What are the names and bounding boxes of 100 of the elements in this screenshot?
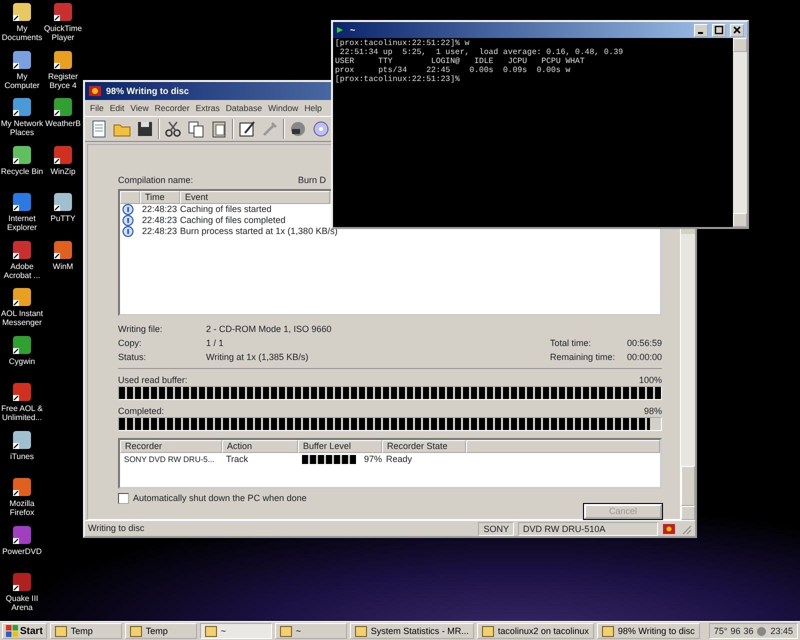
column-header[interactable]: Event xyxy=(180,191,330,204)
icon-label: My Documents xyxy=(0,24,44,42)
taskbar-button[interactable]: 98% Writing to disc xyxy=(596,623,700,639)
menu-item[interactable]: Extras xyxy=(196,102,220,114)
info-icon xyxy=(122,226,134,237)
field-label: Writing file: xyxy=(118,323,164,336)
taskbar-button[interactable]: tacolinux2 on tacolinux xyxy=(476,623,594,639)
recorder-action: Track xyxy=(225,454,250,465)
window-icon xyxy=(54,626,67,636)
app-icon[interactable] xyxy=(51,190,75,214)
field-value: Writing at 1x (1,385 KB/s) xyxy=(206,351,308,364)
field-label: Status: xyxy=(118,351,148,364)
icon-label: Recycle Bin xyxy=(0,166,44,176)
info-icon xyxy=(122,215,134,226)
drive-vendor: SONY xyxy=(478,522,514,536)
icon-label: Cygwin xyxy=(8,356,36,366)
windows-logo-icon xyxy=(6,625,18,637)
taskbar-button[interactable]: Temp xyxy=(50,623,122,639)
icon-label: WeatherB xyxy=(45,119,81,128)
log-time: 22:48:23 xyxy=(142,226,178,237)
terminal-output: [prox:tacolinux:22:51:22]% w 22:51:34 up 5:25, 1 user, load average: 0.16, 0.48, 0.39 USER TTY LOGIN@ IDLE JCPU PCPU WHAT prox pts/34 22:45 0.00s 0.09s 0.00s w [prox:tacolinux:22:51:23]% xyxy=(334,38,624,86)
maximize-icon[interactable] xyxy=(714,25,724,35)
log-time: 22:48:23 xyxy=(142,215,178,226)
scrollbar[interactable] xyxy=(681,234,695,520)
app-icon[interactable] xyxy=(10,190,34,214)
menu-item[interactable]: Window xyxy=(268,102,298,114)
copy-icon[interactable] xyxy=(186,119,206,139)
icon-label: Register Bryce 4 xyxy=(47,72,79,90)
icon-label: AOL Instant Messenger xyxy=(0,309,44,327)
icon-label: Adobe Acrobat ... xyxy=(2,262,42,280)
scissors-icon[interactable] xyxy=(163,119,183,139)
app-icon xyxy=(662,522,676,534)
menu-item[interactable]: View xyxy=(130,102,149,114)
menu-item[interactable]: File xyxy=(90,102,104,114)
icon-label: PuTTY xyxy=(50,214,76,223)
window-icon xyxy=(204,626,217,636)
scrollbar[interactable] xyxy=(733,38,747,227)
window-icon xyxy=(280,626,292,636)
start-button[interactable]: Start xyxy=(2,623,47,639)
app-icon[interactable] xyxy=(10,570,34,594)
progress-label: Used read buffer: xyxy=(118,375,188,386)
window-icon xyxy=(130,626,142,636)
floppy-icon[interactable] xyxy=(135,119,155,139)
column-header[interactable]: Time xyxy=(140,191,180,204)
icon-label: My Computer xyxy=(3,72,41,90)
taskbar-button[interactable]: System Statistics - MR... xyxy=(350,623,474,639)
app-icon[interactable] xyxy=(10,285,34,309)
app-icon[interactable] xyxy=(10,0,34,24)
status-text: Writing to disc xyxy=(88,523,146,534)
checkbox-label[interactable]: Automatically shut down the PC when done xyxy=(133,492,307,504)
column-header[interactable]: Buffer Level xyxy=(298,440,382,453)
recorder-name[interactable]: SONY DVD RW DRU-5... xyxy=(120,454,218,465)
app-icon[interactable] xyxy=(51,0,75,24)
log-event: Caching of files started xyxy=(180,204,272,215)
field-label: Total time: xyxy=(550,337,592,350)
app-icon[interactable] xyxy=(10,475,34,499)
column-header[interactable]: Recorder xyxy=(120,440,222,453)
field-label: Compilation name: xyxy=(118,175,194,186)
icon-label: My Network Places xyxy=(0,119,44,137)
app-icon[interactable] xyxy=(51,95,75,119)
disc-icon[interactable] xyxy=(311,119,331,139)
menu-item[interactable]: Edit xyxy=(110,102,124,114)
taskbar-button[interactable]: ~ xyxy=(200,623,272,639)
field-value: 2 - CD-ROM Mode 1, ISO 9660 xyxy=(206,323,332,336)
helmet-icon[interactable] xyxy=(288,119,308,139)
window-title: ~ xyxy=(350,24,356,36)
log-event: Caching of files completed xyxy=(180,215,286,226)
column-header[interactable]: Action xyxy=(222,440,298,453)
menu-item[interactable]: Recorder xyxy=(154,102,190,114)
tray-reading: 96 xyxy=(730,626,740,636)
close-icon[interactable] xyxy=(732,25,742,35)
window-title: 98% Writing to disc xyxy=(106,86,189,96)
window-icon xyxy=(482,626,494,636)
field-value: 00:00:00 xyxy=(626,351,662,364)
drive-name: DVD RW DRU-510A xyxy=(518,522,658,536)
icon-label: WinZip xyxy=(50,166,76,176)
menu-item[interactable]: Database xyxy=(226,102,262,114)
field-label: Copy: xyxy=(118,337,143,350)
icon-label: Internet Explorer xyxy=(6,214,38,232)
column-header[interactable]: Recorder State xyxy=(382,440,466,453)
buffer-reading: 97% xyxy=(364,454,382,465)
log-time: 22:48:23 xyxy=(142,204,178,215)
taskbar-button[interactable]: Temp xyxy=(124,623,197,639)
menu-item[interactable]: Help xyxy=(304,102,322,114)
icon-label: iTunes xyxy=(10,452,34,460)
app-icon[interactable] xyxy=(10,380,34,404)
checkbox[interactable] xyxy=(118,492,129,504)
progress-reading: 100% xyxy=(638,375,662,386)
compilation-name: Burn D xyxy=(298,175,326,186)
icon-label: PowerDVD xyxy=(2,546,42,556)
progress-label: Completed: xyxy=(118,406,164,418)
recorder-state: Ready xyxy=(385,454,412,465)
log-event: Burn process started at 1x (1,380 KB/s) xyxy=(180,226,338,237)
window-icon xyxy=(602,626,614,636)
taskbar-button[interactable]: ~ xyxy=(274,623,347,639)
app-icon[interactable] xyxy=(10,95,34,119)
field-label: Remaining time: xyxy=(550,351,616,364)
tray-reading: 75° xyxy=(714,626,728,636)
icon-label: Quake III Arena xyxy=(4,594,40,612)
pencil-icon[interactable] xyxy=(237,119,257,139)
